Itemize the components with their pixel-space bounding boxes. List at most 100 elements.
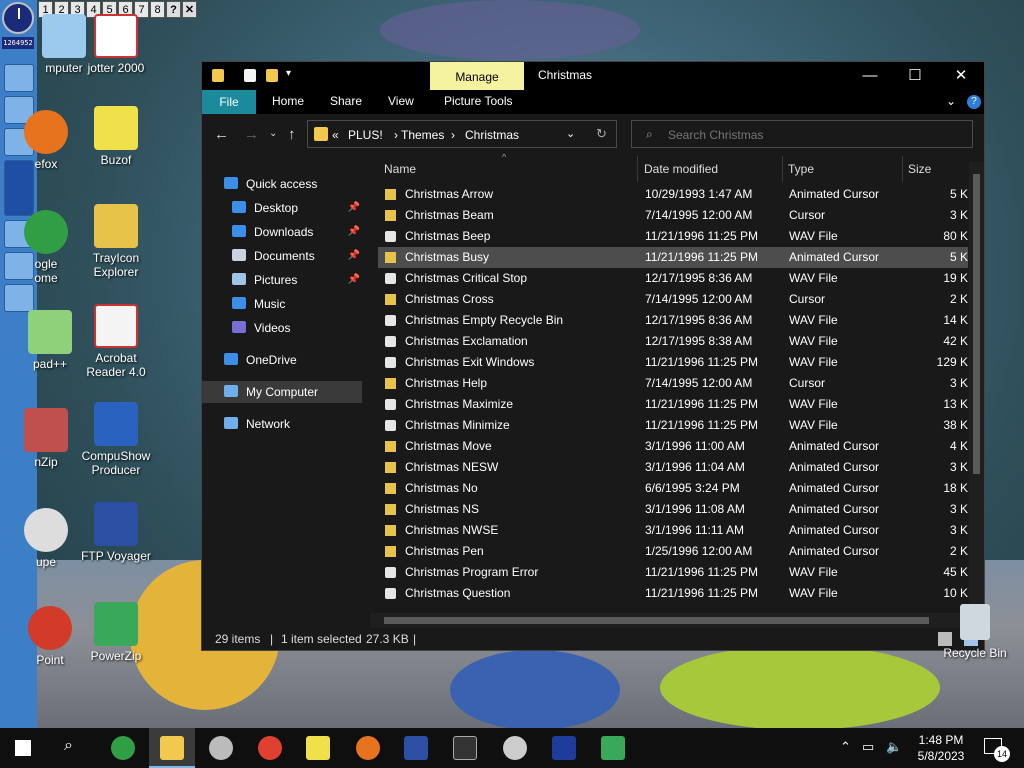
nav-pictures[interactable]: Pictures 📌 xyxy=(232,269,362,291)
close-button[interactable]: ✕ xyxy=(182,1,197,18)
desktop-icon-firefox[interactable]: efox xyxy=(6,110,86,171)
search-box[interactable]: ⌕ xyxy=(631,120,973,148)
nav-my-computer[interactable]: My Computer xyxy=(202,381,362,403)
breadcrumb-item[interactable]: Themes xyxy=(401,128,444,142)
desktop-icon-buzof[interactable]: Buzof xyxy=(76,106,156,167)
pin-icon[interactable]: 📌 xyxy=(348,221,360,243)
breadcrumb-item[interactable]: Christmas xyxy=(465,128,519,142)
file-row[interactable]: Christmas Exclamation 12/17/1995 8:38 AM W… xyxy=(378,331,968,352)
breadcrumb-item[interactable]: PLUS! xyxy=(348,128,383,142)
rocket-icon[interactable] xyxy=(258,736,282,760)
tab-share[interactable]: Share xyxy=(330,94,362,108)
volume-icon[interactable]: 🔈 xyxy=(886,739,902,755)
scroll-thumb[interactable] xyxy=(384,617,929,624)
scroll-thumb[interactable] xyxy=(973,174,980,474)
column-header-name[interactable]: Name xyxy=(384,154,416,184)
file-row[interactable]: Christmas Arrow 10/29/1993 1:47 AM Animate… xyxy=(378,184,968,205)
refresh-icon[interactable]: ↻ xyxy=(596,126,607,142)
file-row[interactable]: Christmas No 6/6/1995 3:24 PM Animated Cur… xyxy=(378,478,968,499)
nav-downloads[interactable]: Downloads 📌 xyxy=(232,221,362,243)
address-bar[interactable]: « PLUS! › Themes › Christmas ⌄ ↻ xyxy=(307,120,617,148)
desktop-icon-compushow[interactable]: CompuShow Producer xyxy=(76,402,156,477)
nav-desktop[interactable]: Desktop 📌 xyxy=(232,197,362,219)
nav-quick-access[interactable]: Quick access xyxy=(224,173,364,195)
file-row[interactable]: Christmas Program Error 11/21/1996 11:25 … xyxy=(378,562,968,583)
desktop-icon-acrobat[interactable]: Acrobat Reader 4.0 xyxy=(76,304,156,379)
title-bar[interactable]: ▾ Manage Christmas — ☐ ✕ xyxy=(202,62,984,90)
close-button[interactable]: ✕ xyxy=(938,62,984,90)
search-input[interactable] xyxy=(666,125,960,145)
column-divider[interactable] xyxy=(902,156,903,182)
buzof-icon[interactable] xyxy=(306,736,330,760)
desktop-icon-powerzip[interactable]: PowerZip xyxy=(76,602,156,663)
help-button[interactable]: ? xyxy=(166,1,181,18)
nav-network[interactable]: Network xyxy=(224,413,364,435)
tab-home[interactable]: Home xyxy=(272,94,304,108)
launcher-icon[interactable] xyxy=(4,284,34,312)
breadcrumb-overflow[interactable]: « xyxy=(332,128,339,142)
pin-icon[interactable]: 📌 xyxy=(348,269,360,291)
recent-locations-button[interactable]: ⌄ xyxy=(269,128,277,139)
tab-view[interactable]: View xyxy=(388,94,414,108)
file-row[interactable]: Christmas Pen 1/25/1996 12:00 AM Animated … xyxy=(378,541,968,562)
desktop-icon-chrome[interactable]: ogle ome xyxy=(6,210,86,285)
column-header-size[interactable]: Size xyxy=(908,154,931,184)
back-button[interactable]: ← xyxy=(214,126,229,143)
desktop-icon-zip[interactable]: nZip xyxy=(6,408,86,469)
column-divider[interactable] xyxy=(637,156,638,182)
firefox-icon[interactable] xyxy=(356,736,380,760)
desktop-icon-jotter[interactable]: jotter 2000 xyxy=(76,14,156,75)
forward-button[interactable]: → xyxy=(244,126,259,143)
star-app-icon[interactable] xyxy=(552,736,576,760)
tab-picture-tools[interactable]: Picture Tools xyxy=(444,94,512,108)
file-row[interactable]: Christmas Maximize 11/21/1996 11:25 PM WAV… xyxy=(378,394,968,415)
column-divider[interactable] xyxy=(782,156,783,182)
horizontal-scrollbar[interactable] xyxy=(370,613,970,628)
minimize-button[interactable]: — xyxy=(847,62,893,90)
desktop-icon-recycle-bin[interactable]: Recycle Bin xyxy=(942,604,1008,660)
start-icon[interactable] xyxy=(15,740,31,756)
app-icon[interactable] xyxy=(209,736,233,760)
new-folder-icon[interactable] xyxy=(266,69,278,82)
file-row[interactable]: Christmas Move 3/1/1996 11:00 AM Animated … xyxy=(378,436,968,457)
nav-videos[interactable]: Videos xyxy=(232,317,362,339)
file-row[interactable]: Christmas NWSE 3/1/1996 11:11 AM Animated … xyxy=(378,520,968,541)
nav-music[interactable]: Music xyxy=(232,293,362,315)
tab-manage[interactable]: Manage xyxy=(430,62,524,90)
expand-ribbon-icon[interactable]: ⌄ xyxy=(946,94,956,108)
properties-icon[interactable] xyxy=(244,69,256,82)
column-header-date[interactable]: Date modified xyxy=(644,154,718,184)
ftp-icon[interactable] xyxy=(404,736,428,760)
file-row[interactable]: Christmas Minimize 11/21/1996 11:25 PM WAV… xyxy=(378,415,968,436)
vertical-scrollbar[interactable] xyxy=(969,162,984,617)
file-row[interactable]: Christmas Cross 7/14/1995 12:00 AM Cursor 2… xyxy=(378,289,968,310)
pen-icon[interactable] xyxy=(503,736,527,760)
column-header-type[interactable]: Type xyxy=(788,154,814,184)
file-row[interactable]: Christmas Question 11/21/1996 11:25 PM WAV… xyxy=(378,583,968,604)
file-row[interactable]: Christmas NS 3/1/1996 11:08 AM Animated Cu… xyxy=(378,499,968,520)
nav-onedrive[interactable]: OneDrive xyxy=(224,349,364,371)
file-row[interactable]: Christmas Critical Stop 12/17/1995 8:36 A… xyxy=(378,268,968,289)
chrome-icon[interactable] xyxy=(111,736,135,760)
file-row[interactable]: Christmas Exit Windows 11/21/1996 11:25 P… xyxy=(378,352,968,373)
tab-file[interactable]: File xyxy=(202,90,256,114)
recycle-app-icon[interactable] xyxy=(601,736,625,760)
file-row[interactable]: Christmas Empty Recycle Bin 12/17/1995 8:… xyxy=(378,310,968,331)
desktop-icon-ftp-voyager[interactable]: FTP Voyager xyxy=(76,502,156,563)
desktop-icon-upe[interactable]: upe xyxy=(6,508,86,569)
desktop-icon-trayicon[interactable]: TrayIcon Explorer xyxy=(76,204,156,279)
chevron-down-icon[interactable]: ▾ xyxy=(286,68,291,79)
taskbar-clock[interactable]: 1:48 PM 5/8/2023 xyxy=(912,732,970,764)
file-explorer-icon[interactable] xyxy=(160,736,184,760)
pin-icon[interactable]: 📌 xyxy=(348,245,360,267)
search-icon[interactable]: ⌕ xyxy=(64,737,73,755)
network-tray-icon[interactable]: ▭ xyxy=(862,739,874,755)
file-row[interactable]: Christmas Beep 11/21/1996 11:25 PM WAV Fil… xyxy=(378,226,968,247)
file-row[interactable]: Christmas Beam 7/14/1995 12:00 AM Cursor 3 … xyxy=(378,205,968,226)
file-row[interactable]: Christmas NESW 3/1/1996 11:04 AM Animated … xyxy=(378,457,968,478)
file-row[interactable]: Christmas Help 7/14/1995 12:00 AM Cursor 3 … xyxy=(378,373,968,394)
nav-documents[interactable]: Documents 📌 xyxy=(232,245,362,267)
up-button[interactable]: ↑ xyxy=(288,126,296,143)
chevron-down-icon[interactable]: ⌄ xyxy=(566,127,575,140)
chevron-up-icon[interactable]: ⌃ xyxy=(840,739,851,755)
